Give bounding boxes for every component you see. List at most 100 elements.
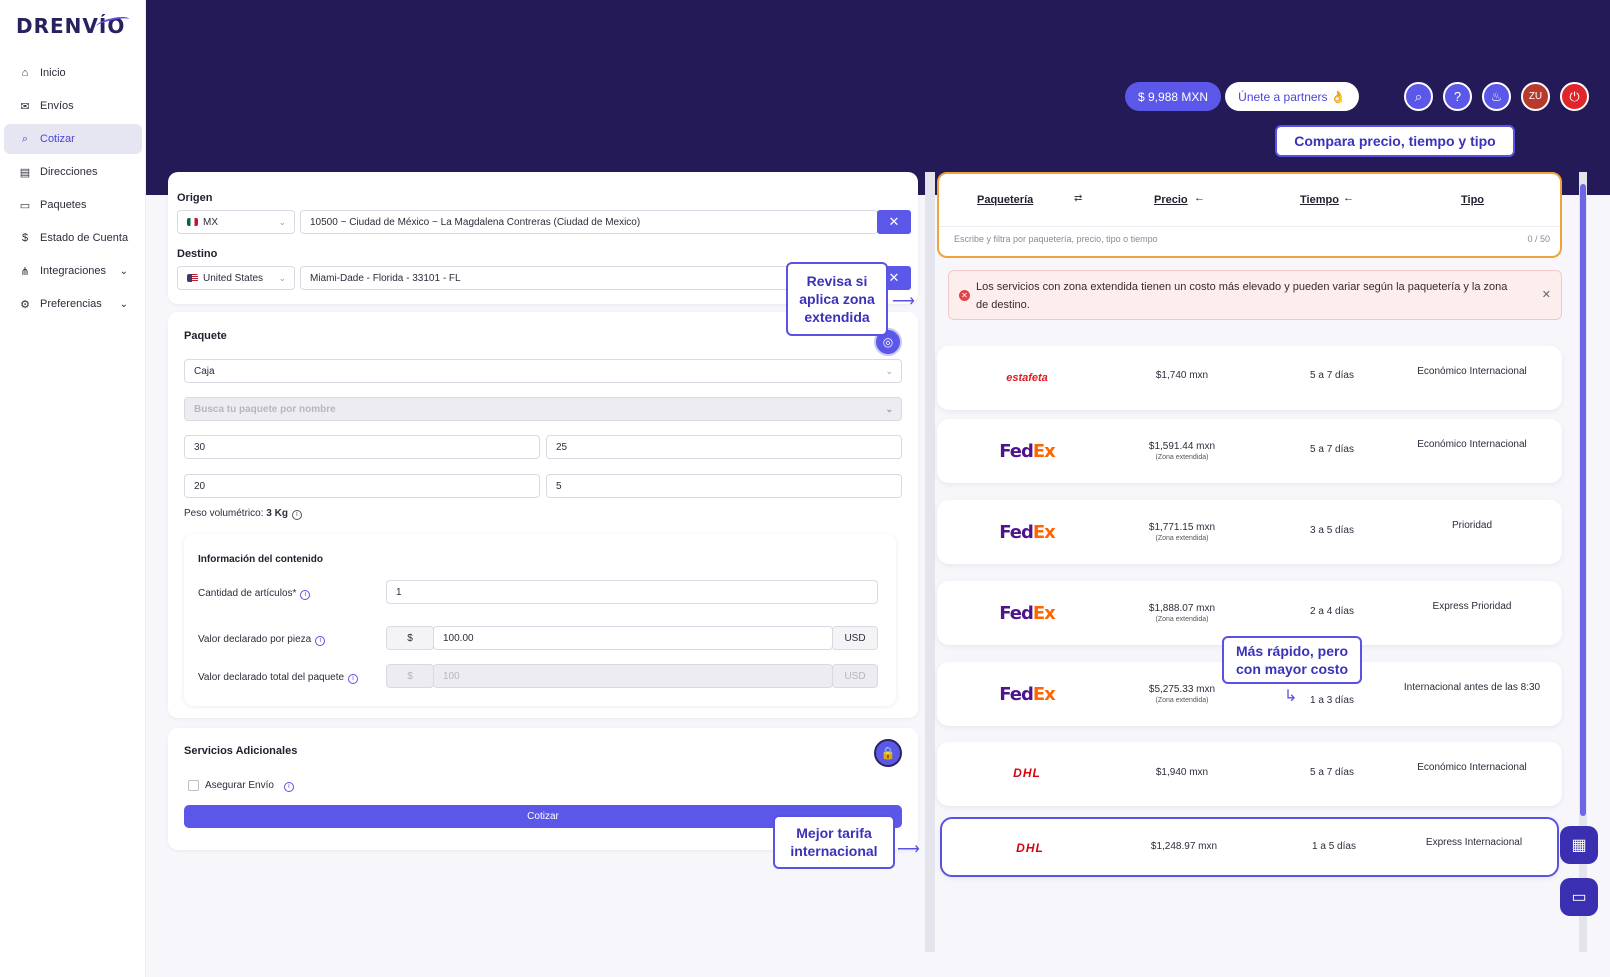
rate-time: 1 a 5 días	[1312, 841, 1356, 852]
quantity-field[interactable]: 1	[386, 580, 878, 604]
rate-type: Express Prioridad	[1432, 601, 1512, 612]
header-band	[146, 0, 1610, 195]
rate-type: Internacional antes de las 8:30	[1403, 682, 1541, 693]
address-book-icon: ▤	[19, 166, 31, 179]
rate-price: $1,940 mxn	[1122, 767, 1242, 778]
content-info-title: Información del contenido	[198, 554, 324, 565]
logout-icon[interactable]: ⏻	[1560, 82, 1589, 111]
swap-icon[interactable]: ⇄	[1074, 193, 1082, 204]
avatar[interactable]: ZU	[1521, 82, 1550, 111]
callout-faster: Más rápido, pero con mayor costo	[1222, 636, 1362, 684]
sidebar-item-integraciones[interactable]: ⋔ Integraciones ⌄	[4, 256, 142, 286]
chevron-down-icon: ⌄	[885, 365, 893, 376]
rate-price: $1,248.97 mxn	[1124, 841, 1244, 852]
sidebar-item-estado-cuenta[interactable]: $ Estado de Cuenta	[4, 223, 142, 253]
scroll-thumb[interactable]	[1580, 184, 1586, 816]
rate-price-value: $1,740 mxn	[1155, 370, 1209, 381]
arrow-left-icon[interactable]: ←	[1343, 192, 1354, 204]
info-icon[interactable]: i	[300, 589, 311, 600]
rate-row[interactable]: FedEx $1,591.44 mxn (Zona extendida) 5 a …	[937, 419, 1562, 483]
error-icon: ✕	[959, 290, 970, 301]
column-price[interactable]: Precio	[1154, 194, 1188, 206]
info-icon[interactable]: i	[348, 673, 359, 684]
package-type-value: Caja	[194, 365, 215, 377]
fire-icon[interactable]: ♨	[1482, 82, 1511, 111]
info-icon[interactable]: i	[315, 635, 326, 646]
rate-price-value: $1,248.97 mxn	[1150, 841, 1218, 852]
sidebar-item-label: Integraciones	[40, 265, 107, 277]
currency-symbol-disabled: $	[386, 664, 434, 688]
height-field[interactable]: 20	[184, 474, 540, 498]
partners-button[interactable]: Únete a partners 👌	[1225, 82, 1359, 111]
extended-zone-note: (Zona extendida)	[1155, 535, 1209, 542]
rate-price-value: $1,940 mxn	[1155, 767, 1209, 778]
chevron-down-icon: ⌄	[119, 265, 128, 277]
fedex-logo: FedEx	[999, 603, 1056, 624]
filter-input[interactable]: Escribe y filtra por paquetería, precio,…	[954, 234, 1158, 244]
estafeta-logo: estafeta	[1006, 372, 1048, 384]
chevron-down-icon: ⌄	[119, 298, 128, 310]
rate-price: $1,591.44 mxn (Zona extendida)	[1122, 441, 1242, 461]
rate-row[interactable]: DHL $1,940 mxn 5 a 7 días Económico Inte…	[937, 742, 1562, 806]
package-search-input[interactable]: Busca tu paquete por nombre ⌄	[184, 397, 902, 421]
weight-field[interactable]: 5	[546, 474, 902, 498]
origin-address-field[interactable]: 10500 ~ Ciudad de México ~ La Magdalena …	[300, 210, 878, 234]
declared-value-field[interactable]: 100.00	[433, 626, 833, 650]
lock-icon: ▭	[19, 199, 31, 212]
sidebar-item-inicio[interactable]: ⌂ Inicio	[4, 58, 142, 88]
rate-time: 5 a 7 días	[1310, 444, 1354, 455]
chat-icon[interactable]: ▭	[1560, 878, 1598, 916]
rate-row-best[interactable]: DHL $1,248.97 mxn 1 a 5 días Express Int…	[940, 817, 1559, 877]
sidebar-item-label: Cotizar	[40, 133, 75, 145]
rate-type: Prioridad	[1451, 520, 1493, 531]
sidebar-item-cotizar[interactable]: ⌕ Cotizar	[4, 124, 142, 154]
package-type-select[interactable]: Caja ⌄	[184, 359, 902, 383]
arrow-right-icon: ⟶	[892, 293, 915, 310]
info-icon[interactable]: i	[291, 509, 302, 520]
sidebar: DRENVÍO ⌂ Inicio ✉ Envíos ⌕ Cotizar ▤ Direcc…	[0, 0, 146, 977]
rate-row[interactable]: estafeta $1,740 mxn 5 a 7 días Económico…	[937, 346, 1562, 410]
sidebar-item-envios[interactable]: ✉ Envíos	[4, 91, 142, 121]
divider	[939, 226, 1560, 227]
rate-price-value: $1,771.15 mxn	[1148, 522, 1216, 533]
column-type[interactable]: Tipo	[1461, 194, 1484, 206]
insure-label: Asegurar Envío i	[205, 780, 294, 792]
arrow-down-icon: ↳	[1284, 688, 1298, 705]
arrow-left-icon[interactable]: ←	[1194, 192, 1205, 204]
volumetric-weight-value: 3 Kg	[266, 508, 288, 519]
quantity-label: Cantidad de artículos* i	[198, 588, 311, 600]
balance-badge[interactable]: $ 9,988 MXN	[1125, 82, 1222, 111]
mail-icon: ✉	[20, 100, 30, 113]
width-field[interactable]: 25	[546, 435, 902, 459]
insure-label-text: Asegurar Envío	[205, 780, 274, 791]
rate-type: Express Internacional	[1425, 837, 1523, 848]
sidebar-item-preferencias[interactable]: ⚙ Preferencias ⌄	[4, 289, 142, 319]
column-time[interactable]: Tiempo	[1300, 194, 1339, 206]
callout-extended-zone: Revisa si aplica zona extendida	[786, 262, 888, 336]
grid-menu-icon[interactable]: ▦	[1560, 826, 1598, 864]
left-scrollbar[interactable]	[925, 172, 935, 952]
dollar-icon: $	[21, 232, 29, 244]
content-info-panel: Información del contenido Cantidad de ar…	[184, 534, 896, 706]
additional-services-title: Servicios Adicionales	[184, 745, 298, 757]
info-icon[interactable]: i	[283, 781, 294, 792]
lock-icon[interactable]: 🔒	[874, 739, 902, 767]
total-value-label: Valor declarado total del paquete i	[198, 672, 359, 684]
insure-checkbox[interactable]	[188, 780, 199, 791]
origin-country-select[interactable]: MX ⌄	[177, 210, 295, 234]
sidebar-item-direcciones[interactable]: ▤ Direcciones	[4, 157, 142, 187]
rate-price: $1,771.15 mxn (Zona extendida)	[1122, 522, 1242, 542]
column-carrier[interactable]: Paquetería	[977, 194, 1033, 206]
sidebar-item-paquetes[interactable]: ▭ Paquetes	[4, 190, 142, 220]
search-icon[interactable]: ⌕	[1404, 82, 1433, 111]
close-icon[interactable]: ✕	[1542, 288, 1551, 301]
help-icon[interactable]: ?	[1443, 82, 1472, 111]
origin-country-value: MX	[203, 216, 218, 228]
rate-row[interactable]: FedEx $1,771.15 mxn (Zona extendida) 3 a …	[937, 500, 1562, 564]
length-field[interactable]: 30	[184, 435, 540, 459]
destination-country-select[interactable]: United States ⌄	[177, 266, 295, 290]
network-icon: ⋔	[20, 265, 30, 278]
clear-origin-button[interactable]: ✕	[877, 210, 911, 234]
total-value-field: 100	[433, 664, 833, 688]
dhl-logo: DHL	[1013, 766, 1041, 780]
